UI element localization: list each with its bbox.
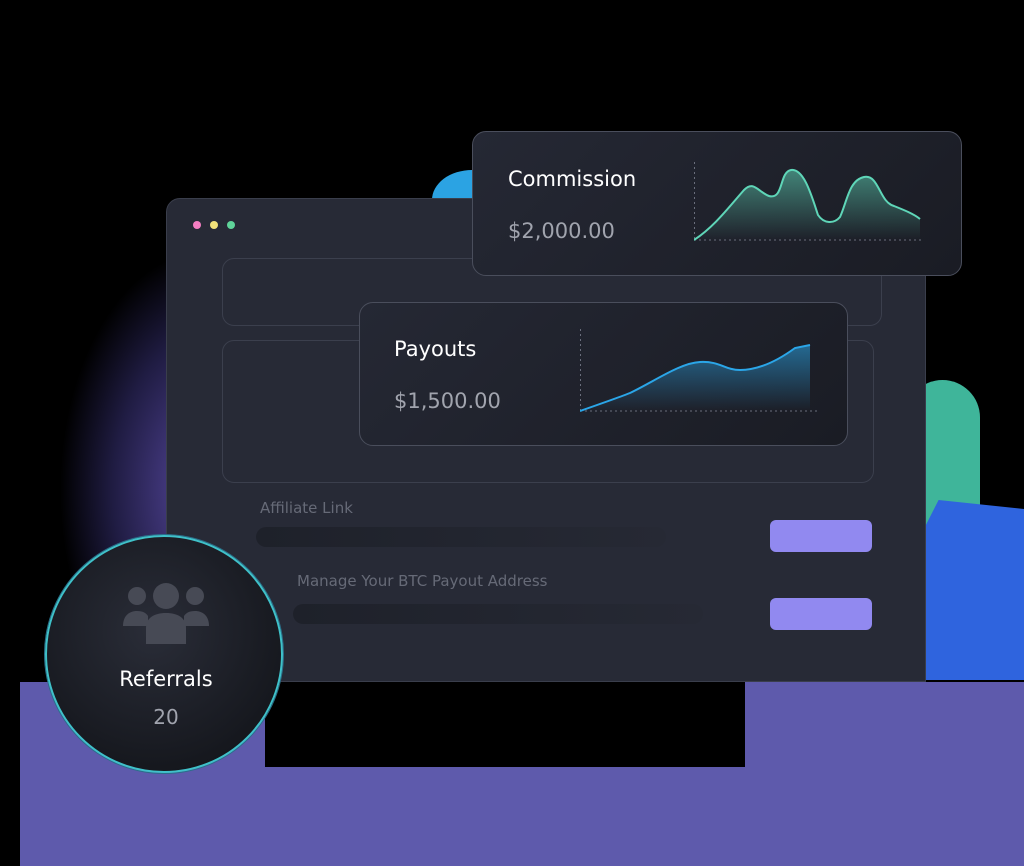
window-dot-maximize[interactable] [227,221,235,229]
commission-card: Commission $2,000.00 [472,131,962,276]
window-controls [193,221,235,229]
window-dot-minimize[interactable] [210,221,218,229]
payouts-value: $1,500.00 [394,389,501,413]
affiliate-link-input[interactable] [256,527,666,547]
btc-address-label: Manage Your BTC Payout Address [297,572,548,590]
payouts-sparkline [580,329,820,412]
referrals-card: Referrals 20 [45,535,283,773]
referrals-count: 20 [153,705,179,729]
payouts-card: Payouts $1,500.00 [359,302,848,446]
btc-address-input[interactable] [293,604,703,624]
commission-value: $2,000.00 [508,219,615,243]
btc-address-button[interactable] [770,598,872,630]
payouts-title: Payouts [394,337,477,361]
commission-title: Commission [508,167,637,191]
payouts-area [580,345,810,411]
users-group-icon [123,583,209,644]
affiliate-link-label: Affiliate Link [260,499,353,517]
window-dot-close[interactable] [193,221,201,229]
referrals-label: Referrals [119,667,213,691]
affiliate-link-button[interactable] [770,520,872,552]
background-floor-cutout [265,682,745,767]
commission-area [694,169,920,240]
commission-sparkline [694,162,924,241]
